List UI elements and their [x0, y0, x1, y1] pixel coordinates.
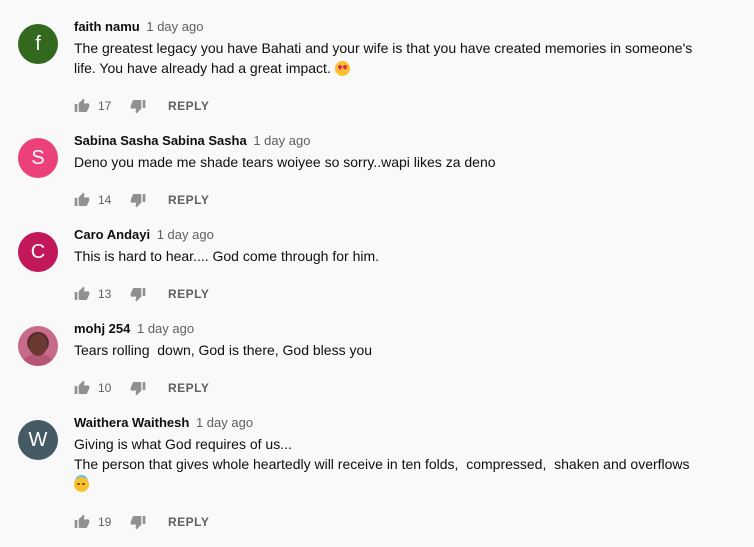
thumbs-down-icon[interactable]	[130, 286, 146, 302]
smiling-halo-emoji-icon	[74, 477, 89, 492]
thumbs-up-icon[interactable]	[74, 192, 90, 208]
comment-text: This is hard to hear.... God come throug…	[74, 246, 734, 266]
comment-time[interactable]: 1 day ago	[157, 227, 214, 242]
comment-author[interactable]: faith namu	[74, 19, 140, 34]
like-count: 19	[98, 515, 112, 529]
reply-button[interactable]: REPLY	[168, 193, 209, 207]
comment-author[interactable]: Waithera Waithesh	[74, 415, 189, 430]
comment-time[interactable]: 1 day ago	[196, 415, 253, 430]
comment-actions: 10 REPLY	[74, 378, 209, 398]
thumbs-down-icon[interactable]	[130, 192, 146, 208]
comment-line: Giving is what God requires of us...	[74, 436, 292, 452]
comment-line: The greatest legacy you have Bahati and …	[74, 40, 693, 56]
like-count: 13	[98, 287, 112, 301]
comment-actions: 17 REPLY	[74, 96, 209, 116]
comment-line: This is hard to hear.... God come throug…	[74, 248, 380, 264]
reply-button[interactable]: REPLY	[168, 99, 209, 113]
comment-line: The person that gives whole heartedly wi…	[74, 456, 690, 472]
comment-list: f faith namu 1 day ago The greatest lega…	[0, 0, 754, 547]
thumbs-up-icon[interactable]	[74, 514, 90, 530]
comment-text: The greatest legacy you have Bahati and …	[74, 38, 734, 78]
reply-button[interactable]: REPLY	[168, 515, 209, 529]
comment-text: Deno you made me shade tears woiyee so s…	[74, 152, 734, 172]
thumbs-up-icon[interactable]	[74, 286, 90, 302]
thumbs-up-icon[interactable]	[74, 98, 90, 114]
comment-actions: 14 REPLY	[74, 190, 209, 210]
thumbs-down-icon[interactable]	[130, 380, 146, 396]
comment-time[interactable]: 1 day ago	[137, 321, 194, 336]
thumbs-down-icon[interactable]	[130, 98, 146, 114]
comment-line: Tears rolling down, God is there, God bl…	[74, 342, 373, 358]
comment-text: Tears rolling down, God is there, God bl…	[74, 340, 734, 360]
thumbs-down-icon[interactable]	[130, 514, 146, 530]
comment-author[interactable]: Caro Andayi	[74, 227, 150, 242]
avatar[interactable]: f	[18, 24, 58, 64]
like-count: 17	[98, 99, 112, 113]
comment-actions: 19 REPLY	[74, 512, 209, 532]
reply-button[interactable]: REPLY	[168, 287, 209, 301]
like-count: 10	[98, 381, 112, 395]
comment-author[interactable]: Sabina Sasha Sabina Sasha	[74, 133, 247, 148]
like-count: 14	[98, 193, 112, 207]
avatar[interactable]	[18, 326, 58, 366]
comment-text: Giving is what God requires of us... The…	[74, 434, 734, 494]
comment-line: life. You have already had a great impac…	[74, 60, 331, 76]
star-struck-emoji-icon	[334, 61, 350, 76]
comment-time[interactable]: 1 day ago	[253, 133, 310, 148]
thumbs-up-icon[interactable]	[74, 380, 90, 396]
comment-time[interactable]: 1 day ago	[146, 19, 203, 34]
reply-button[interactable]: REPLY	[168, 381, 209, 395]
avatar[interactable]: C	[18, 232, 58, 272]
comment-line: Deno you made me shade tears woiyee so s…	[74, 154, 496, 170]
comment-actions: 13 REPLY	[74, 284, 209, 304]
avatar[interactable]: W	[18, 420, 58, 460]
avatar[interactable]: S	[18, 138, 58, 178]
comment-author[interactable]: mohj 254	[74, 321, 130, 336]
